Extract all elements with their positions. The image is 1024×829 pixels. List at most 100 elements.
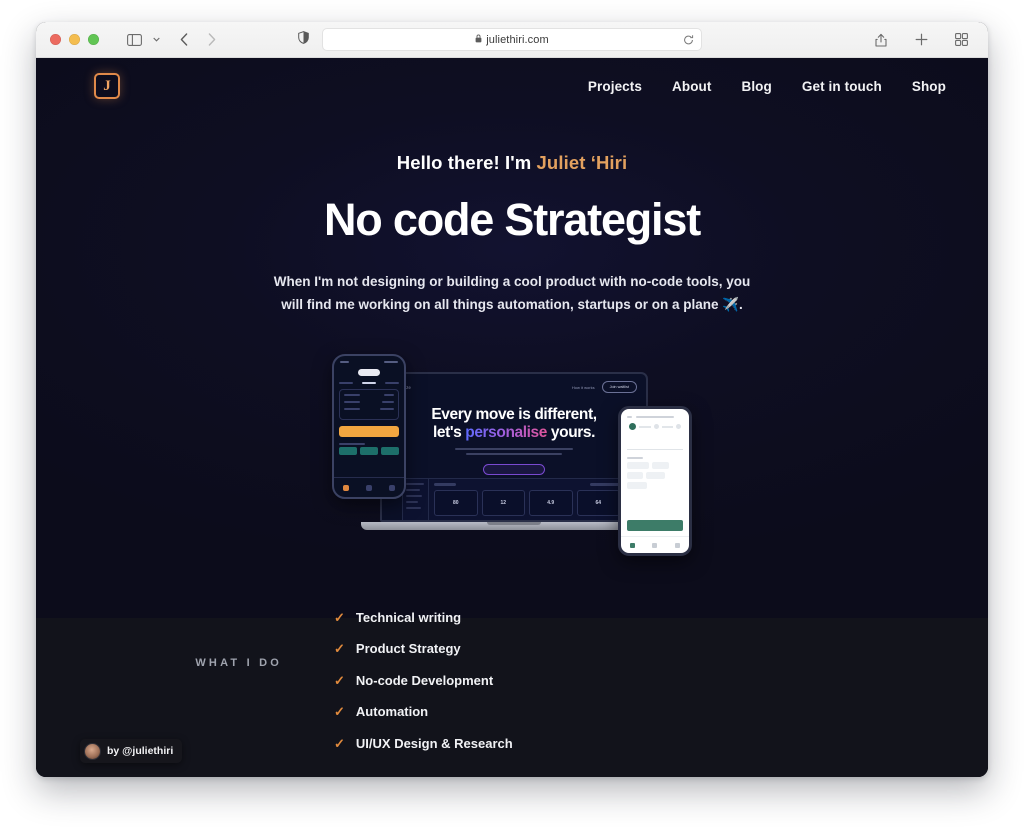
phone-light-bottom-nav <box>621 536 689 553</box>
laptop-dashboard-main: 80 12 4.9 64 <box>429 479 625 520</box>
address-bar-content: juliethiri.com <box>475 34 549 46</box>
made-by-badge[interactable]: by @juliethiri <box>80 739 183 763</box>
laptop-screen: Maze How it works Join waitlist Every mo… <box>380 372 648 523</box>
hero-subtitle: When I'm not designing or building a coo… <box>262 270 762 316</box>
laptop-stat-value: 64 <box>595 499 602 506</box>
laptop-stat-value: 4.9 <box>547 499 555 506</box>
laptop-stat-card: 80 <box>434 489 478 516</box>
laptop-headline: Every move is different, let's personali… <box>382 406 646 441</box>
laptop-sidebar-item <box>406 495 422 498</box>
laptop-stat-card: 12 <box>481 489 525 516</box>
minimize-window-button[interactable] <box>69 34 80 45</box>
laptop-stat-card: 64 <box>576 489 620 516</box>
forward-arrow-icon[interactable] <box>199 28 225 52</box>
site-navigation: Projects About Blog Get in touch Shop <box>588 79 946 94</box>
phone-card-label <box>344 408 360 411</box>
phone-light-tag <box>652 462 669 470</box>
laptop-sidebar-item <box>406 483 424 486</box>
nav-item-get-in-touch[interactable]: Get in touch <box>802 79 882 94</box>
phone-nav-item-active <box>342 484 349 491</box>
what-i-do-section: WHAT I DO ✓ Technical writing ✓ Product … <box>36 569 988 759</box>
laptop-dashboard-sidebar <box>403 479 429 521</box>
page-title: No code Strategist <box>324 194 701 245</box>
laptop-stat-cards: 80 12 4.9 64 <box>434 489 620 516</box>
laptop-sidebar-item <box>406 489 420 492</box>
skill-label: Automation <box>355 704 429 720</box>
phone-card-label <box>344 394 360 397</box>
address-bar-url: juliethiri.com <box>486 33 549 46</box>
laptop-sidebar-item <box>406 507 421 510</box>
phone-status-icons <box>384 361 398 364</box>
hero-section: Hello there! I'm Juliet ‘Hiri No code St… <box>36 114 988 569</box>
phone-search-pill <box>358 369 380 377</box>
hero-subtitle-line2: find me working on all things automation… <box>306 297 743 313</box>
privacy-shield-icon[interactable] <box>298 30 309 49</box>
nav-item-projects[interactable]: Projects <box>588 79 642 94</box>
logo-letter: J <box>103 77 111 94</box>
tab-grid-icon[interactable] <box>948 28 974 52</box>
sidebar-icon[interactable] <box>121 28 147 52</box>
share-icon[interactable] <box>868 28 894 52</box>
phone-chip <box>339 447 357 456</box>
address-bar-container: juliethiri.com <box>322 28 702 51</box>
phone-light-header <box>621 409 689 419</box>
phone-chip <box>381 447 399 456</box>
reload-icon[interactable] <box>683 34 694 45</box>
check-icon: ✓ <box>334 704 345 720</box>
laptop-headline-line1: Every move is different, <box>431 406 597 424</box>
phone-tab-active <box>361 382 376 385</box>
phone-light-nav-item-active <box>629 542 635 548</box>
nav-item-shop[interactable]: Shop <box>912 79 946 94</box>
address-bar[interactable]: juliethiri.com <box>322 28 702 51</box>
back-arrow-icon[interactable] <box>171 28 197 52</box>
laptop-sidebar-item <box>406 501 418 504</box>
phone-tabs <box>334 382 404 385</box>
nav-item-blog[interactable]: Blog <box>741 79 771 94</box>
light-app-phone-mockup <box>618 406 692 557</box>
juliet-hiri-logo[interactable]: J <box>94 73 120 99</box>
phone-light-tag <box>627 462 649 470</box>
skill-label: UI/UX Design & Research <box>355 735 513 751</box>
laptop-stat-value: 80 <box>452 499 459 506</box>
maximize-window-button[interactable] <box>88 34 99 45</box>
phone-card-row <box>344 408 394 411</box>
laptop-dashboard-title <box>434 483 456 486</box>
phone-card <box>339 389 399 421</box>
phone-light-nav-item <box>675 542 681 548</box>
skill-item-uiux-design-research: ✓ UI/UX Design & Research <box>334 727 513 759</box>
phone-chip <box>360 447 378 456</box>
phone-chip-group <box>339 447 399 456</box>
plus-icon[interactable] <box>908 28 934 52</box>
phone-light-tag-group <box>627 462 683 490</box>
phone-primary-button <box>339 426 399 438</box>
laptop-dashboard-toolbar <box>434 483 620 486</box>
phone-light-tag <box>646 472 665 480</box>
close-window-button[interactable] <box>50 34 61 45</box>
hero-greeting: Hello there! I'm Juliet ‘Hiri <box>36 152 988 174</box>
phone-light-stepper <box>621 418 689 435</box>
skill-item-no-code-development: ✓ No-code Development <box>334 664 513 696</box>
skill-item-technical-writing: ✓ Technical writing <box>334 601 513 633</box>
laptop-site-header: Maze How it works Join waitlist <box>382 374 646 394</box>
skills-list: ✓ Technical writing ✓ Product Strategy ✓… <box>334 597 513 759</box>
phone-light-tag <box>627 472 643 480</box>
avatar <box>84 742 101 760</box>
what-i-do-label: WHAT I DO <box>195 657 282 670</box>
nav-item-about[interactable]: About <box>672 79 711 94</box>
laptop-subtext-line <box>455 448 573 451</box>
check-icon: ✓ <box>334 735 345 751</box>
laptop-primary-button <box>483 463 545 475</box>
device-mockup-group: Maze How it works Join waitlist Every mo… <box>332 354 692 569</box>
laptop-notch <box>487 522 541 526</box>
hero-greeting-name: Juliet ‘Hiri <box>536 152 628 173</box>
laptop-headline-line2: let's personalise yours. <box>382 424 646 441</box>
phone-step <box>676 424 681 430</box>
made-by-badge-label: by @juliethiri <box>107 745 174 757</box>
laptop-headline-prefix: let's <box>432 423 466 441</box>
chevron-down-icon[interactable] <box>149 28 163 52</box>
phone-card-row <box>344 394 394 397</box>
website-viewport: J Projects About Blog Get in touch Shop … <box>36 58 988 777</box>
skill-label: No-code Development <box>355 672 494 688</box>
phone-light-input <box>627 440 683 451</box>
phone-section-label <box>339 443 365 446</box>
